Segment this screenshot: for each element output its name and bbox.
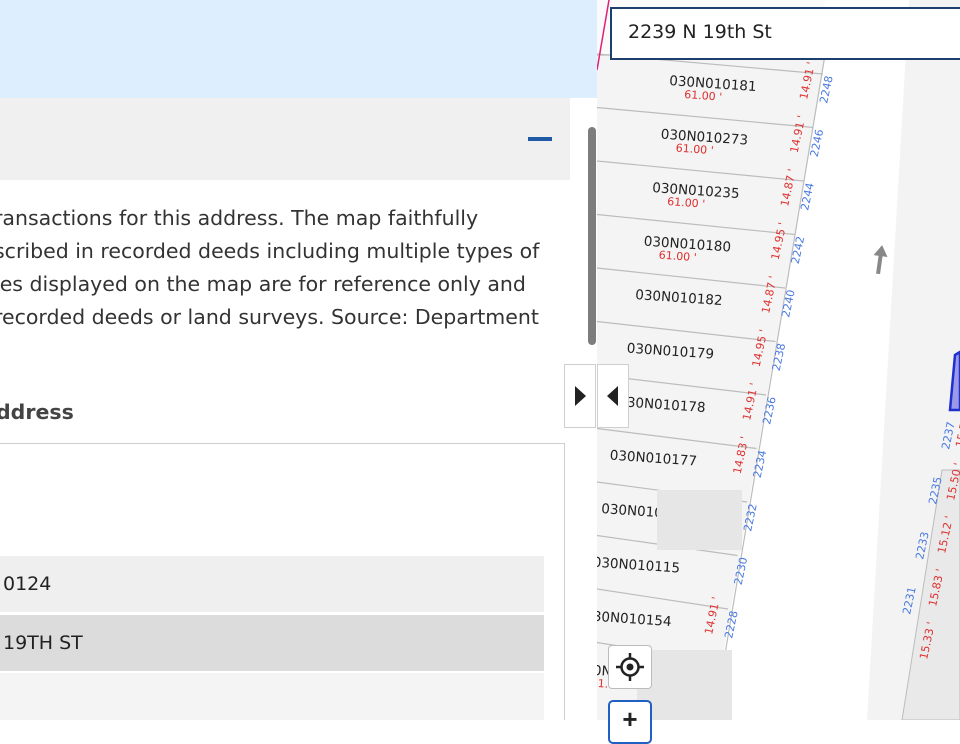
accordion-header[interactable] (0, 98, 570, 180)
disclaimer-line: ies displayed on the map are for referen… (0, 272, 526, 296)
parcel-width-label: 61.00 ' (684, 88, 723, 104)
minus-icon (528, 137, 552, 141)
zoom-in-label: + (622, 704, 638, 734)
disclaimer-line: ransactions for this address. The map fa… (0, 206, 479, 230)
details-panel: ransactions for this address. The map fa… (0, 0, 597, 720)
map-canvas[interactable]: 030N01018161.00 ' 14.91 ' 2248030N01027361… (597, 0, 960, 720)
parcel-width-label: 61.00 ' (675, 142, 714, 158)
locate-button[interactable] (608, 645, 652, 689)
result-row[interactable]: 19TH ST (0, 615, 544, 671)
address-results-list: 0124 19TH ST (0, 443, 565, 720)
disclaimer-text: ransactions for this address. The map fa… (0, 202, 554, 334)
disclaimer-line: recorded deeds or land surveys. Source: … (0, 305, 539, 329)
parcel-width-label: 61.00 ' (667, 195, 706, 211)
top-banner (0, 0, 597, 98)
address-search-box[interactable] (610, 7, 960, 60)
expand-panel-button[interactable] (564, 364, 596, 428)
parcel-width-label: 61.00 ' (658, 249, 697, 265)
collapse-panel-button[interactable] (597, 364, 629, 428)
zoom-in-button[interactable]: + (608, 700, 652, 744)
panel-scrollbar[interactable] (588, 127, 596, 345)
collapse-section-button[interactable] (526, 128, 554, 150)
parcel-map[interactable]: 030N010181 61.00 ' 14.91 ' 2248 030N010273 61… (597, 0, 960, 720)
triangle-right-icon (575, 386, 586, 406)
crosshair-icon (616, 653, 644, 681)
search-input[interactable] (628, 21, 948, 43)
result-row[interactable]: 0124 (0, 556, 544, 612)
address-heading: ddress (0, 400, 74, 424)
disclaimer-line: scribed in recorded deeds including mult… (0, 239, 540, 263)
triangle-left-icon (607, 386, 618, 406)
result-row[interactable] (0, 673, 544, 720)
